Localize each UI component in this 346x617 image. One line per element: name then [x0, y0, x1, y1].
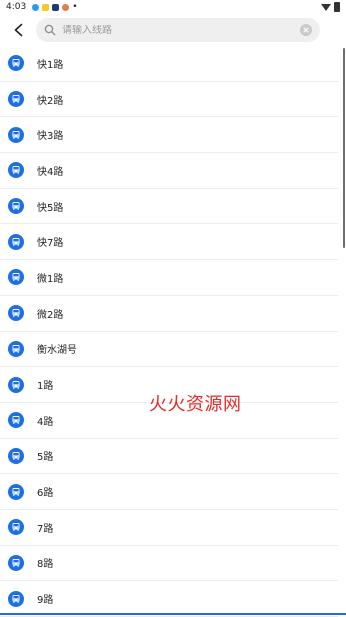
bus-icon [8, 91, 24, 108]
bus-icon [8, 126, 24, 143]
bus-icon [8, 198, 24, 215]
route-item[interactable]: 9路 [0, 581, 338, 617]
route-item[interactable]: 快1路 [0, 46, 338, 82]
route-item[interactable]: 微2路 [0, 296, 338, 332]
app-a-icon [52, 3, 60, 11]
route-name: 6路 [37, 488, 54, 500]
app-color-icon [62, 3, 70, 11]
route-list: 快1路快2路快3路快4路快5路快7路微1路微2路衡水湖号 1路 4路 5路 6路 7路 8路… [0, 46, 346, 617]
search-icon [44, 24, 56, 36]
bus-icon [8, 55, 24, 72]
route-item[interactable]: 衡水湖号 [0, 332, 338, 368]
back-button[interactable] [6, 16, 32, 44]
water-drop-icon [32, 3, 40, 11]
route-name: 衡水湖号 [37, 345, 77, 357]
route-name: 微1路 [37, 273, 64, 285]
search-box[interactable] [36, 18, 320, 42]
status-bar: 4:03 • [0, 0, 346, 14]
route-item[interactable]: 快2路 [0, 82, 338, 118]
route-item[interactable]: 8路 [0, 546, 338, 582]
route-name: 1路 [37, 381, 54, 393]
route-name: 快4路 [37, 166, 64, 178]
bus-icon [8, 483, 24, 500]
route-item[interactable]: 6路 [0, 474, 338, 510]
route-item[interactable]: 快7路 [0, 224, 338, 261]
bus-icon [8, 376, 24, 393]
more-dot: • [72, 2, 78, 12]
route-name: 7路 [37, 523, 54, 535]
bus-icon [8, 269, 24, 286]
status-time: 4:03 [6, 2, 27, 12]
route-item[interactable]: 5路 [0, 439, 338, 475]
route-item[interactable]: 微1路 [0, 260, 338, 296]
clear-button[interactable] [300, 24, 312, 36]
route-item[interactable]: 快5路 [0, 189, 338, 225]
close-icon [303, 27, 309, 33]
bus-icon [8, 590, 24, 607]
battery-icon [334, 2, 340, 12]
star-icon [42, 3, 50, 11]
back-arrow-icon [14, 23, 23, 37]
scrollbar[interactable] [343, 48, 345, 248]
route-item[interactable]: 7路 [0, 510, 338, 546]
route-name: 9路 [37, 595, 54, 607]
bus-icon [8, 412, 24, 429]
route-name: 8路 [37, 559, 54, 571]
bus-icon [8, 340, 24, 357]
search-input[interactable] [62, 24, 300, 36]
watermark: 火火资源网 [149, 394, 242, 415]
bus-icon [8, 519, 24, 536]
route-name: 5路 [37, 452, 54, 464]
bus-icon [8, 447, 24, 464]
route-name: 快3路 [37, 131, 64, 143]
wifi-icon [321, 3, 331, 11]
route-name: 快7路 [37, 238, 64, 250]
bus-icon [8, 554, 24, 571]
bus-icon [8, 305, 24, 322]
route-name: 微2路 [37, 309, 64, 321]
bus-icon [8, 233, 24, 250]
bus-icon [8, 162, 24, 179]
route-name: 4路 [37, 416, 54, 428]
route-name: 快2路 [37, 95, 64, 107]
route-name: 快5路 [37, 202, 64, 214]
route-item[interactable]: 快3路 [0, 117, 338, 154]
search-header [0, 14, 346, 46]
route-item[interactable]: 快4路 [0, 153, 338, 189]
route-name: 快1路 [37, 59, 64, 71]
